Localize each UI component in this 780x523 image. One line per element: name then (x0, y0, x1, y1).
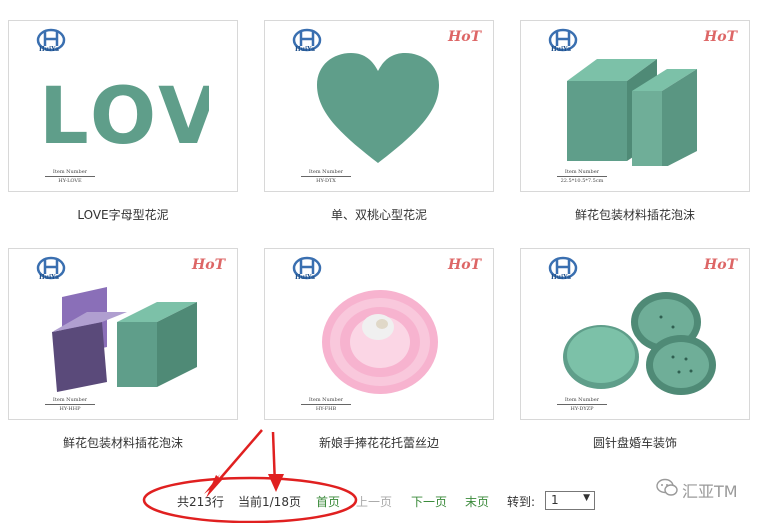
item-number: Item Number HY-LOVE (45, 169, 95, 184)
product-title[interactable]: 鲜花包装材料插花泡沫 (8, 434, 238, 451)
logo-text: HuiYa (39, 274, 60, 281)
goto-label: 转到: (507, 495, 536, 509)
round-foam-trays (563, 292, 716, 395)
watermark-text: 汇亚TM (682, 482, 738, 501)
prev-page-link[interactable]: 上一页 (356, 493, 392, 510)
lace-bouquet-holder (322, 290, 438, 394)
product-image[interactable]: HuiYa HoT Item Number HY-DYZP (520, 248, 750, 420)
hot-badge-icon: HoT (192, 257, 225, 273)
product-title[interactable]: 新娘手捧花花托蕾丝边 (264, 434, 494, 451)
logo-text: HuiYa (295, 274, 316, 281)
total-rows: 共213行 (177, 495, 224, 509)
product-title[interactable]: 单、双桃心型花泥 (264, 206, 494, 223)
product-image[interactable]: HuiYa HoT Item Number HY-FHB (264, 248, 494, 420)
page-select[interactable]: 1 ▼ (545, 491, 595, 510)
logo-text: HuiYa (39, 46, 60, 53)
first-page-link[interactable]: 首页 (316, 493, 340, 510)
chevron-down-icon: ▼ (583, 493, 590, 503)
item-number: Item Number HY-FHB (301, 397, 351, 412)
love-letters-foam: LOVE (39, 73, 209, 153)
product-image[interactable]: HuiYa LOVE Item NumberHY-LOVE (8, 20, 238, 192)
logo-text: HuiYa (295, 46, 316, 53)
hot-badge-icon: HoT (448, 29, 481, 45)
heart-foam (317, 53, 439, 163)
hot-badge-icon: HoT (704, 29, 737, 45)
item-number: Item Number HY-DYZP (557, 397, 607, 412)
hot-badge-icon: HoT (448, 257, 481, 273)
wechat-icon (656, 478, 678, 496)
item-number: Item Number HY-DTX (301, 169, 351, 184)
logo-text: HuiYa (551, 274, 572, 281)
product-title[interactable]: 圆针盘婚车装饰 (520, 434, 750, 451)
product-image[interactable]: HuiYa HoT Item Number HY-HHP (8, 248, 238, 420)
product-title[interactable]: 鲜花包装材料插花泡沫 (520, 206, 750, 223)
page-select-value: 1 (551, 493, 559, 507)
item-number: Item Number HY-HHP (45, 397, 95, 412)
product-grid: HuiYa LOVE Item NumberHY-LOVE LOVE字母型花泥 … (0, 0, 780, 470)
product-image[interactable]: HuiYa HoT Item Number HY-DTX (264, 20, 494, 192)
foam-bricks (567, 59, 697, 166)
last-page-link[interactable]: 末页 (465, 493, 489, 510)
product-title[interactable]: LOVE字母型花泥 (8, 206, 238, 223)
current-page: 当前1/18页 (238, 495, 301, 509)
love-letters: LOVE (39, 73, 209, 153)
item-number: Item Number 22.5*10.5*7.5cm (557, 169, 607, 184)
next-page-link[interactable]: 下一页 (411, 493, 447, 510)
purple-box-foam (52, 287, 197, 392)
hot-badge-icon: HoT (704, 257, 737, 273)
product-image[interactable]: HuiYa HoT Item Number 22.5*10.5*7.5cm (520, 20, 750, 192)
